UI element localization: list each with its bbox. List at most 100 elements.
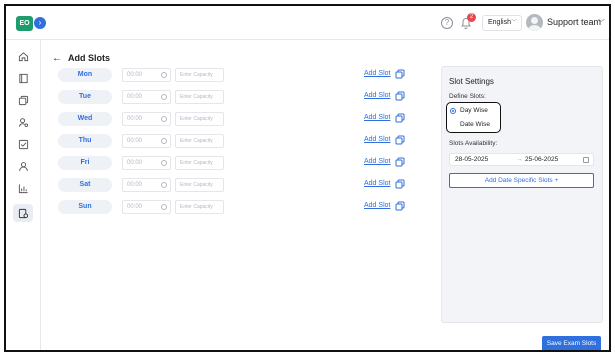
copy-icon[interactable] bbox=[395, 179, 405, 189]
sidebar-item-candidates[interactable] bbox=[16, 115, 30, 129]
radio-day-wise[interactable]: Day Wise bbox=[450, 106, 488, 116]
slot-row-sat: Sat 00:00 Enter Capacity Add Slot bbox=[58, 178, 418, 192]
capacity-input[interactable]: Enter Capacity bbox=[175, 68, 224, 82]
slot-row-wed: Wed 00:00 Enter Capacity Add Slot bbox=[58, 112, 418, 126]
sidebar bbox=[6, 40, 41, 350]
time-placeholder: 00:00 bbox=[127, 138, 143, 144]
date-separator: → bbox=[516, 156, 523, 163]
chevron-down-icon: ﹀ bbox=[510, 20, 517, 26]
capacity-input[interactable]: Enter Capacity bbox=[175, 200, 224, 214]
add-slot-link[interactable]: Add Slot bbox=[364, 114, 390, 121]
radio-date-wise-label: Date Wise bbox=[460, 121, 490, 128]
language-value: English bbox=[488, 19, 511, 26]
notification-badge: 2 bbox=[467, 13, 476, 22]
time-input[interactable]: 00:00 bbox=[122, 134, 171, 148]
slot-row-sun: Sun 00:00 Enter Capacity Add Slot bbox=[58, 200, 418, 214]
add-slot-link[interactable]: Add Slot bbox=[364, 136, 390, 143]
add-slot-link[interactable]: Add Slot bbox=[364, 70, 390, 77]
page-title: Add Slots bbox=[68, 53, 110, 63]
time-placeholder: 00:00 bbox=[127, 94, 143, 100]
sidebar-toggle-icon[interactable]: › bbox=[34, 17, 46, 29]
slot-row-tue: Tue 00:00 Enter Capacity Add Slot bbox=[58, 90, 418, 104]
exam-settings-icon bbox=[18, 208, 28, 218]
help-icon[interactable]: ? bbox=[441, 17, 453, 29]
slot-row-mon: Mon 00:00 Enter Capacity Add Slot bbox=[58, 68, 418, 82]
time-placeholder: 00:00 bbox=[127, 204, 143, 210]
add-slot-link[interactable]: Add Slot bbox=[364, 158, 390, 165]
time-input[interactable]: 00:00 bbox=[122, 112, 171, 126]
day-label: Wed bbox=[58, 112, 112, 126]
app-window: EO › ? 2 English ﹀ Support team ﹀ ← Add … bbox=[4, 4, 611, 352]
day-label: Fri bbox=[58, 156, 112, 170]
clock-icon bbox=[161, 182, 167, 188]
copy-icon[interactable] bbox=[395, 157, 405, 167]
clock-icon bbox=[161, 116, 167, 122]
add-slot-link[interactable]: Add Slot bbox=[364, 180, 390, 187]
sidebar-item-courses[interactable] bbox=[16, 71, 30, 85]
chevron-down-icon[interactable]: ﹀ bbox=[598, 18, 605, 28]
time-input[interactable]: 00:00 bbox=[122, 200, 171, 214]
clock-icon bbox=[161, 94, 167, 100]
clock-icon bbox=[161, 160, 167, 166]
capacity-input[interactable]: Enter Capacity bbox=[175, 112, 224, 126]
capacity-input[interactable]: Enter Capacity bbox=[175, 156, 224, 170]
slot-row-fri: Fri 00:00 Enter Capacity Add Slot bbox=[58, 156, 418, 170]
sidebar-item-exam-slots[interactable] bbox=[13, 204, 33, 222]
back-arrow-icon[interactable]: ← bbox=[52, 53, 62, 64]
radio-date-wise[interactable]: Date Wise bbox=[450, 120, 490, 130]
time-input[interactable]: 00:00 bbox=[122, 156, 171, 170]
bar-chart-icon bbox=[18, 183, 28, 193]
capacity-input[interactable]: Enter Capacity bbox=[175, 90, 224, 104]
sidebar-item-home[interactable] bbox=[16, 49, 30, 63]
day-label: Mon bbox=[58, 68, 112, 82]
avatar[interactable] bbox=[526, 14, 543, 31]
user-icon bbox=[18, 161, 28, 171]
add-date-specific-slots-button[interactable]: Add Date Specific Slots + bbox=[449, 173, 594, 188]
user-name[interactable]: Support team bbox=[547, 17, 601, 27]
copy-icon[interactable] bbox=[395, 201, 405, 211]
user-search-icon bbox=[18, 117, 28, 127]
time-placeholder: 00:00 bbox=[127, 72, 143, 78]
time-input[interactable]: 00:00 bbox=[122, 90, 171, 104]
time-input[interactable]: 00:00 bbox=[122, 68, 171, 82]
capacity-input[interactable]: Enter Capacity bbox=[175, 134, 224, 148]
language-select[interactable]: English ﹀ bbox=[482, 15, 522, 31]
radio-selected-icon bbox=[450, 108, 456, 114]
sidebar-item-documents[interactable] bbox=[16, 93, 30, 107]
clock-icon bbox=[161, 72, 167, 78]
copy-icon[interactable] bbox=[395, 113, 405, 123]
day-label: Thu bbox=[58, 134, 112, 148]
date-start: 28-05-2025 bbox=[455, 156, 489, 163]
app-logo[interactable]: EO bbox=[16, 16, 33, 31]
date-end: 25-06-2025 bbox=[525, 156, 559, 163]
sidebar-item-tasks[interactable] bbox=[16, 137, 30, 151]
define-slots-label: Define Slots: bbox=[449, 93, 486, 100]
copy-icon[interactable] bbox=[395, 91, 405, 101]
time-input[interactable]: 00:00 bbox=[122, 178, 171, 192]
time-placeholder: 00:00 bbox=[127, 116, 143, 122]
time-placeholder: 00:00 bbox=[127, 182, 143, 188]
clock-icon bbox=[161, 138, 167, 144]
slots-availability-label: Slots Availability: bbox=[449, 140, 498, 147]
clock-icon bbox=[161, 204, 167, 210]
save-exam-slots-button[interactable]: Save Exam Slots bbox=[542, 336, 601, 350]
add-slot-link[interactable]: Add Slot bbox=[364, 92, 390, 99]
panel-title: Slot Settings bbox=[449, 77, 494, 86]
copy-icon bbox=[18, 95, 28, 105]
book-icon bbox=[18, 73, 28, 83]
sidebar-item-users[interactable] bbox=[16, 159, 30, 173]
home-icon bbox=[18, 51, 28, 61]
date-range-picker[interactable]: 28-05-2025 → 25-06-2025 bbox=[449, 153, 594, 166]
add-slot-link[interactable]: Add Slot bbox=[364, 202, 390, 209]
copy-icon[interactable] bbox=[395, 69, 405, 79]
calendar-icon bbox=[583, 157, 589, 163]
copy-icon[interactable] bbox=[395, 135, 405, 145]
sidebar-item-reports[interactable] bbox=[16, 181, 30, 195]
radio-day-wise-label: Day Wise bbox=[460, 107, 488, 114]
capacity-input[interactable]: Enter Capacity bbox=[175, 178, 224, 192]
day-label: Tue bbox=[58, 90, 112, 104]
slot-settings-panel: Slot Settings Define Slots: Day Wise Dat… bbox=[441, 66, 603, 323]
define-slots-radio-group: Day Wise Date Wise bbox=[446, 102, 501, 133]
day-label: Sat bbox=[58, 178, 112, 192]
time-placeholder: 00:00 bbox=[127, 160, 143, 166]
